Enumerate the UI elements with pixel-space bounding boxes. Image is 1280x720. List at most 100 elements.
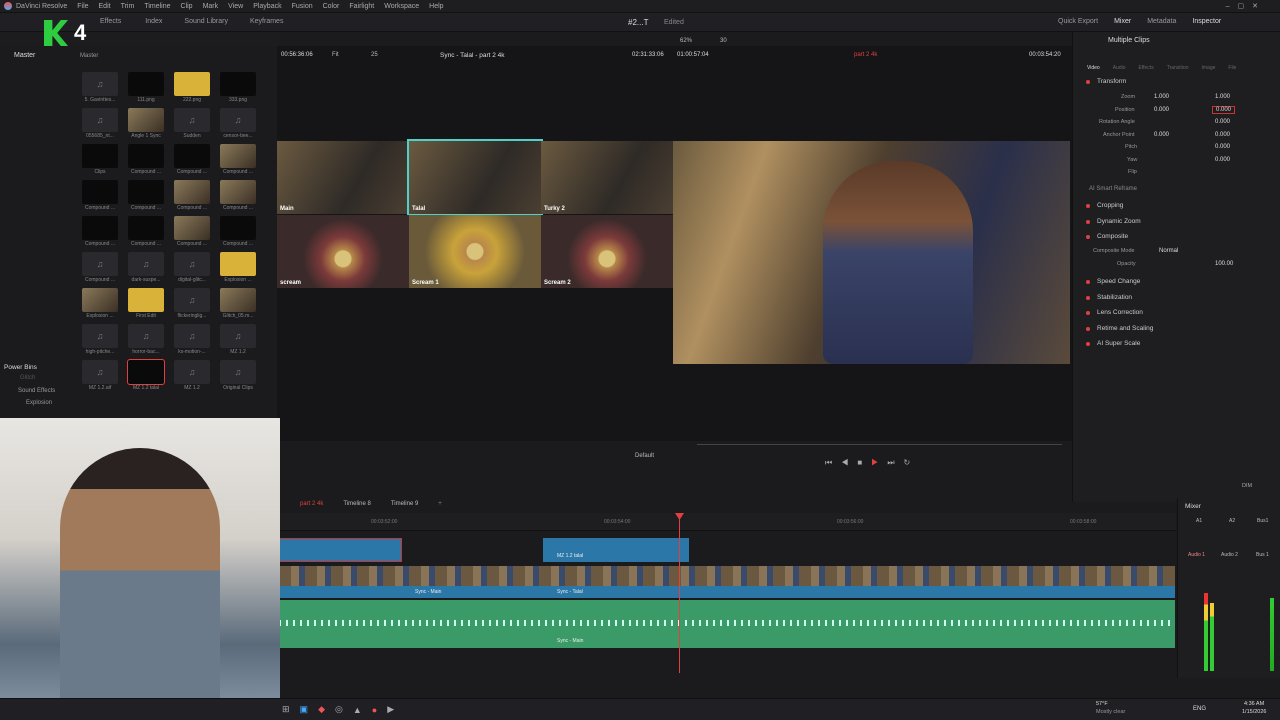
- quick-export-button[interactable]: Quick Export: [1058, 18, 1098, 25]
- keyframes-tab[interactable]: Keyframes: [250, 18, 283, 25]
- clip-thumbnail[interactable]: [82, 180, 118, 204]
- clock-date[interactable]: 1/15/2026: [1242, 709, 1266, 715]
- viewer-scrubber[interactable]: [697, 444, 1062, 445]
- effects-tab[interactable]: Effects: [100, 18, 121, 25]
- clip-thumbnail[interactable]: [128, 180, 164, 204]
- app-icon[interactable]: ◎: [335, 704, 343, 715]
- rotation-value[interactable]: 0.000: [1215, 119, 1230, 125]
- clip-thumbnail[interactable]: ♫: [220, 324, 256, 348]
- dim-button[interactable]: DIM: [1242, 483, 1252, 489]
- zoom-y-value[interactable]: 1.000: [1215, 94, 1230, 100]
- clip-thumbnail[interactable]: ♫: [220, 360, 256, 384]
- file-explorer-icon[interactable]: ▣: [300, 704, 309, 715]
- lens-correction-header[interactable]: Lens Correction: [1097, 309, 1143, 316]
- menu-view[interactable]: View: [228, 3, 243, 10]
- position-x-value[interactable]: 0.000: [1154, 107, 1169, 113]
- inspector-tab-transition[interactable]: Transition: [1167, 65, 1189, 71]
- inspector-tab-file[interactable]: File: [1228, 65, 1236, 71]
- video-clip-title[interactable]: MZ 1.2 talal: [543, 538, 689, 562]
- retime-header[interactable]: Retime and Scaling: [1097, 325, 1153, 332]
- menu-edit[interactable]: Edit: [99, 3, 111, 10]
- pitch-value[interactable]: 0.000: [1215, 144, 1230, 150]
- default-dropdown[interactable]: Default: [635, 453, 654, 459]
- clip-thumbnail[interactable]: [82, 144, 118, 168]
- clip-thumbnail[interactable]: [174, 180, 210, 204]
- multicam-angle-scream-2[interactable]: Scream 2: [541, 215, 673, 288]
- anchor-x-value[interactable]: 0.000: [1154, 132, 1169, 138]
- inspector-tab-video[interactable]: Video: [1087, 65, 1100, 71]
- timeline-tab-9[interactable]: Timeline 9: [391, 501, 418, 507]
- composite-header[interactable]: Composite: [1097, 233, 1128, 240]
- browser-icon[interactable]: ◆: [318, 704, 325, 715]
- multicam-angle-talal[interactable]: Talal: [407, 139, 543, 216]
- playhead[interactable]: [679, 513, 680, 673]
- bin-explosion[interactable]: Explosion: [26, 400, 52, 406]
- resolve-taskbar-icon[interactable]: ▲: [353, 705, 362, 715]
- clip-thumbnail[interactable]: [220, 144, 256, 168]
- menu-workspace[interactable]: Workspace: [384, 3, 419, 10]
- clip-thumbnail[interactable]: [174, 144, 210, 168]
- clip-thumbnail[interactable]: ♫: [128, 324, 164, 348]
- bin-glitch[interactable]: Glitch: [20, 375, 35, 381]
- clip-thumbnail[interactable]: [127, 359, 165, 385]
- clip-thumbnail[interactable]: ♫: [82, 108, 118, 132]
- clip-thumbnail[interactable]: [220, 216, 256, 240]
- audio-track[interactable]: Sync - Main: [279, 600, 1175, 648]
- clip-thumbnail[interactable]: [128, 216, 164, 240]
- clip-thumbnail[interactable]: ♫: [174, 288, 210, 312]
- anchor-y-value[interactable]: 0.000: [1215, 132, 1230, 138]
- dynamic-zoom-header[interactable]: Dynamic Zoom: [1097, 218, 1141, 225]
- timeline-ruler[interactable]: 00:03:52:00 00:03:54:00 00:03:56:00 00:0…: [278, 513, 1176, 531]
- clip-thumbnail[interactable]: [128, 72, 164, 96]
- stabilization-header[interactable]: Stabilization: [1097, 294, 1132, 301]
- clip-thumbnail[interactable]: ♫: [82, 360, 118, 384]
- menu-timeline[interactable]: Timeline: [144, 3, 170, 10]
- chrome-icon[interactable]: ●: [372, 705, 377, 715]
- clip-thumbnail[interactable]: [82, 288, 118, 312]
- opacity-value[interactable]: 100.00: [1215, 261, 1233, 267]
- media-icon[interactable]: ▶: [387, 704, 394, 715]
- loop-icon[interactable]: ↻: [904, 458, 920, 467]
- clip-thumbnail[interactable]: [174, 72, 210, 96]
- menu-help[interactable]: Help: [429, 3, 443, 10]
- menu-fairlight[interactable]: Fairlight: [349, 3, 374, 10]
- menu-color[interactable]: Color: [323, 3, 340, 10]
- stop-icon[interactable]: ■: [857, 458, 871, 467]
- language-indicator[interactable]: ENG: [1193, 706, 1206, 712]
- inspector-tab-audio[interactable]: Audio: [1113, 65, 1126, 71]
- clip-thumbnail[interactable]: [220, 72, 256, 96]
- clip-thumbnail[interactable]: ♫: [82, 324, 118, 348]
- clip-thumbnail[interactable]: ♫: [128, 252, 164, 276]
- inspector-tab[interactable]: Inspector: [1192, 18, 1221, 25]
- menu-playback[interactable]: Playback: [253, 3, 281, 10]
- clip-thumbnail[interactable]: [128, 288, 164, 312]
- clip-thumbnail[interactable]: [82, 216, 118, 240]
- clip-thumbnail[interactable]: ♫: [174, 360, 210, 384]
- video-clip-upper-left[interactable]: [279, 538, 402, 562]
- zoom-dropdown[interactable]: 62%: [680, 38, 692, 44]
- clip-thumbnail[interactable]: [220, 288, 256, 312]
- clip-thumbnail[interactable]: [128, 144, 164, 168]
- transform-header[interactable]: Transform: [1097, 78, 1126, 85]
- menu-file[interactable]: File: [77, 3, 88, 10]
- metadata-tab[interactable]: Metadata: [1147, 18, 1176, 25]
- start-icon[interactable]: ⊞: [282, 704, 290, 715]
- cropping-header[interactable]: Cropping: [1097, 202, 1123, 209]
- index-tab[interactable]: Index: [145, 18, 162, 25]
- menu-trim[interactable]: Trim: [121, 3, 135, 10]
- skip-back-icon[interactable]: ⏮: [825, 458, 841, 467]
- clip-thumbnail[interactable]: ♫: [174, 324, 210, 348]
- zoom-x-value[interactable]: 1.000: [1154, 94, 1169, 100]
- clip-thumbnail[interactable]: ♫: [82, 252, 118, 276]
- yaw-value[interactable]: 0.000: [1215, 157, 1230, 163]
- clip-thumbnail[interactable]: [128, 108, 164, 132]
- bin-sound-effects[interactable]: Sound Effects: [18, 388, 55, 394]
- skip-forward-icon[interactable]: ⏭: [887, 458, 903, 467]
- timeline-tab-8[interactable]: Timeline 8: [343, 501, 370, 507]
- inspector-tab-effects[interactable]: Effects: [1139, 65, 1154, 71]
- multicam-angle-scream[interactable]: scream: [277, 215, 409, 288]
- bin-master[interactable]: Master: [14, 52, 35, 59]
- window-controls[interactable]: –▢✕: [1226, 2, 1266, 10]
- multicam-angle-main[interactable]: Main: [277, 141, 409, 214]
- timeline-tab-part2[interactable]: part 2 4k: [300, 501, 323, 507]
